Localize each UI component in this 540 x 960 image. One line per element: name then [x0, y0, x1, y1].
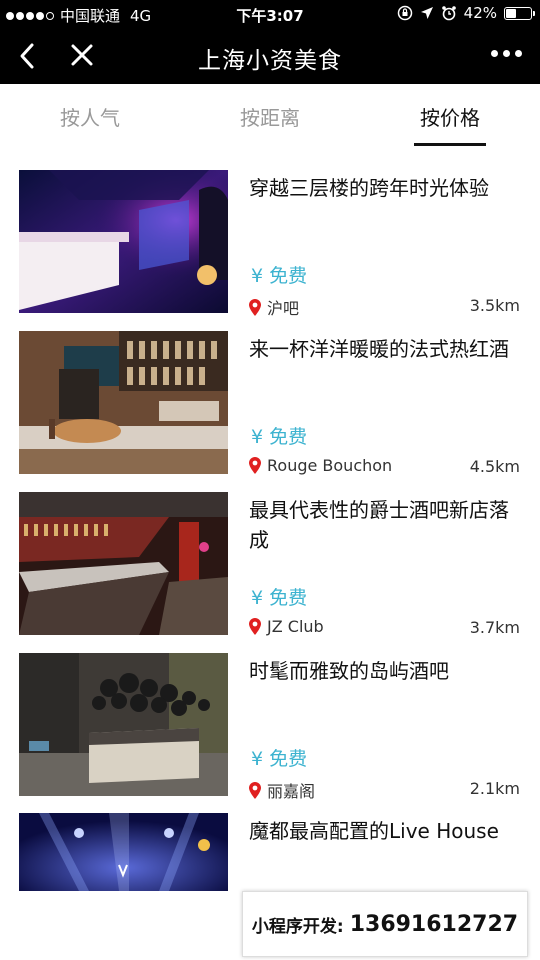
venue-title: 时髦而雅致的岛屿酒吧 [249, 659, 449, 683]
location: 丽嘉阁 [249, 778, 315, 802]
distance: 3.5km [469, 296, 520, 315]
location-pin-icon [249, 298, 261, 316]
venue-title: 最具代表性的爵士酒吧新店落成 [249, 498, 509, 552]
distance: 3.7km [469, 618, 520, 637]
distance: 4.5km [469, 457, 520, 476]
venue-photo [19, 170, 228, 313]
battery-level [506, 8, 516, 18]
location-name: 沪吧 [267, 299, 300, 318]
contact-badge[interactable]: 小程序开发: 13691612727 [242, 891, 528, 957]
location-arrow-icon [420, 7, 433, 19]
location: Rouge Bouchon [249, 456, 392, 475]
venue-photo [19, 813, 228, 891]
venue-photo [19, 492, 228, 635]
tab-distance[interactable]: 按距离 [180, 84, 360, 148]
price-label: ¥ 免费 [251, 265, 308, 287]
location-pin-icon [249, 781, 261, 799]
venue-photo [19, 331, 228, 474]
venue-title: 来一杯洋洋暖暖的法式热红酒 [249, 337, 509, 361]
location-pin-icon [249, 618, 261, 635]
status-bar: 中国联通 4G 下午3:07 42% [0, 0, 540, 28]
list-item[interactable]: 穿越三层楼的跨年时光体验 ¥ 免费 沪吧 3.5km [0, 168, 540, 318]
location-name: 丽嘉阁 [267, 782, 316, 801]
more-icon [491, 50, 498, 57]
location: JZ Club [249, 617, 324, 636]
tab-popularity[interactable]: 按人气 [0, 84, 180, 148]
price-label: ¥ 免费 [251, 426, 308, 448]
price-label: ¥ 免费 [251, 587, 308, 609]
badge-label: 小程序开发: [251, 916, 344, 937]
location: 沪吧 [249, 295, 299, 319]
rotation-lock-icon [397, 5, 412, 21]
battery-percent: 42% [463, 4, 497, 22]
tab-price[interactable]: 按价格 [360, 84, 540, 148]
venue-title: 穿越三层楼的跨年时光体验 [249, 176, 489, 200]
sort-tabs: 按人气 按距离 按价格 [0, 84, 540, 148]
nav-bar: 上海小资美食 [0, 28, 540, 84]
distance: 2.1km [469, 779, 520, 798]
venue-photo [19, 653, 228, 796]
battery-icon [504, 6, 535, 20]
venue-title: 魔都最高配置的Live House [249, 819, 499, 843]
list-item[interactable]: 来一杯洋洋暖暖的法式热红酒 ¥ 免费 Rouge Bouchon 4.5km [0, 329, 540, 476]
page-title: 上海小资美食 [198, 48, 342, 74]
more-button[interactable] [491, 50, 522, 57]
location-name: JZ Club [267, 617, 324, 636]
location-name: Rouge Bouchon [267, 456, 393, 475]
alarm-icon [441, 6, 456, 21]
list-item[interactable]: 最具代表性的爵士酒吧新店落成 ¥ 免费 JZ Club 3.7km [0, 490, 540, 637]
list-item[interactable]: 时髦而雅致的岛屿酒吧 ¥ 免费 丽嘉阁 2.1km [0, 651, 540, 801]
badge-phone: 13691612727 [349, 911, 519, 937]
price-label: ¥ 免费 [251, 748, 308, 770]
location-pin-icon [249, 457, 261, 474]
